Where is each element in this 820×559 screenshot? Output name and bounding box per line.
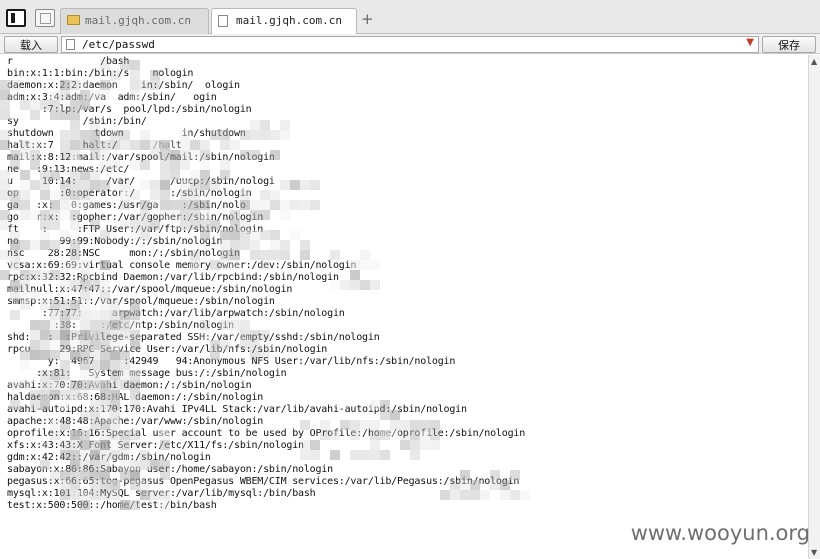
file-line: adm:x:3:4:adm:/va adm:/sbin/ ogin	[7, 92, 217, 103]
file-line: xfs:x:43:43:X Font Server:/etc/X11/fs:/s…	[7, 440, 304, 451]
file-content-view[interactable]: r /bash bin:x:1:1:bin:/bin:/s nologin daem…	[0, 55, 808, 559]
page-icon	[66, 39, 75, 50]
save-button[interactable]: 保存	[762, 36, 816, 53]
file-line: shd: : :Privilege-separated SSH:/var/emp…	[7, 332, 380, 343]
file-line: sabayon:x:86:86:Sabayon user:/home/sabay…	[7, 464, 333, 475]
file-line: smmsp:x:51:51::/var/spool/mqueue:/sbin/n…	[7, 296, 275, 307]
file-line: apache:x:48:48:Apache:/var/www:/sbin/nol…	[7, 416, 264, 427]
address-bar: 载入 ▼ 保存	[0, 34, 820, 54]
file-line: avahi-autoipd:x:170:170:Avahi IPv4LL Sta…	[7, 404, 467, 415]
file-line: ft : :FTP User:/var/ftp:/sbin/nologin	[7, 224, 264, 235]
sidebar-toggle-icon[interactable]	[6, 9, 26, 27]
scroll-down-icon[interactable]: ▼	[811, 548, 817, 557]
file-line: bin:x:1:1:bin:/bin:/s nologin	[7, 68, 194, 79]
new-tab-button[interactable]: +	[361, 10, 374, 28]
file-line: go r:x: :gopher:/var/gopher:/sbin/nologi…	[7, 212, 264, 223]
tab-label: mail.gjqh.com.cn	[236, 14, 342, 27]
file-line: shutdown tdown in/shutdown	[7, 128, 246, 139]
tab-file[interactable]: mail.gjqh.com.cn	[211, 8, 357, 34]
file-line: no 99:99:Nobody:/:/sbin/nologin	[7, 236, 223, 247]
file-line: test:x:500:500::/home/test:/bin/bash	[7, 500, 217, 511]
file-line: :38: :/etc/ntp:/sbin/nologin	[7, 320, 235, 331]
load-button[interactable]: 载入	[4, 36, 58, 53]
file-line: rpc:x:32:32:Rpcbind Daemon:/var/lib/rpcb…	[7, 272, 339, 283]
file-line: haldaemon:x:68:68:HAL daemon:/:/sbin/nol…	[7, 392, 264, 403]
page-icon	[218, 15, 228, 27]
file-line: halt:x:7 halt:/ /halt	[7, 140, 182, 151]
chevron-down-icon[interactable]: ▼	[746, 37, 754, 48]
tab-label: mail.gjqh.com.cn	[85, 14, 191, 27]
file-line: op :0:operator:/ :/sbin/nologin	[7, 188, 252, 199]
file-line: rpcu 29:RPC Service User:/var/lib/nfs:/s…	[7, 344, 328, 355]
scroll-up-icon[interactable]: ▲	[811, 57, 817, 66]
file-line: :x:81: System message bus:/:/sbin/nologi…	[7, 368, 287, 379]
file-line: :77:77: arpwatch:/var/lib/arpwatch:/sbin…	[7, 308, 345, 319]
path-input[interactable]	[82, 37, 732, 52]
file-line: gdm:x:42:42::/var/gdm:/sbin/nologin	[7, 452, 211, 463]
path-field[interactable]: ▼	[61, 36, 759, 53]
file-line: mail:x:8:12:mail:/var/spool/mail:/sbin/n…	[7, 152, 275, 163]
file-line: sy /sbin:/bin/	[7, 116, 147, 127]
file-line: r /bash	[7, 56, 130, 67]
tab-bar: mail.gjqh.com.cn mail.gjqh.com.cn +	[0, 0, 820, 34]
file-line: mysql:x:101:104:MySQL server:/var/lib/my…	[7, 488, 316, 499]
file-line: pegasus:x:66:65:tog-pegasus OpenPegasus …	[7, 476, 520, 487]
tab-folder[interactable]: mail.gjqh.com.cn	[60, 8, 209, 34]
tab-overview-icon[interactable]	[35, 9, 55, 27]
watermark: www.wooyun.org	[630, 521, 810, 545]
folder-icon	[67, 15, 80, 25]
file-line: oprofile:x:16:16:Special user account to…	[7, 428, 526, 439]
file-line: ne :9:13:news:/etc/	[7, 164, 130, 175]
file-line: ga :x: 0:games:/usr/ga :/sbin/nolo	[7, 200, 246, 211]
file-line: mailnull:x:47:47::/var/spool/mqueue:/sbi…	[7, 284, 293, 295]
file-line: daemon:x:2:2:daemon in:/sbin/ ologin	[7, 80, 240, 91]
file-line: nsc 28:28:NSC mon:/:/sbin/nologin	[7, 248, 240, 259]
file-line: avahi:x:70:70:Avahi daemon:/:/sbin/nolog…	[7, 380, 252, 391]
file-line: :7:lp:/var/s pool/lpd:/sbin/nologin	[7, 104, 252, 115]
vertical-scrollbar[interactable]: ▲ ▼	[808, 55, 820, 559]
file-line: vcsa:x:69:69:virtual console memory owne…	[7, 260, 357, 271]
file-line: u 10:14: /var/ /uucp:/sbin/nologi	[7, 176, 275, 187]
file-line: y: 4967 :42949 94:Anonymous NFS User:/va…	[7, 356, 456, 367]
